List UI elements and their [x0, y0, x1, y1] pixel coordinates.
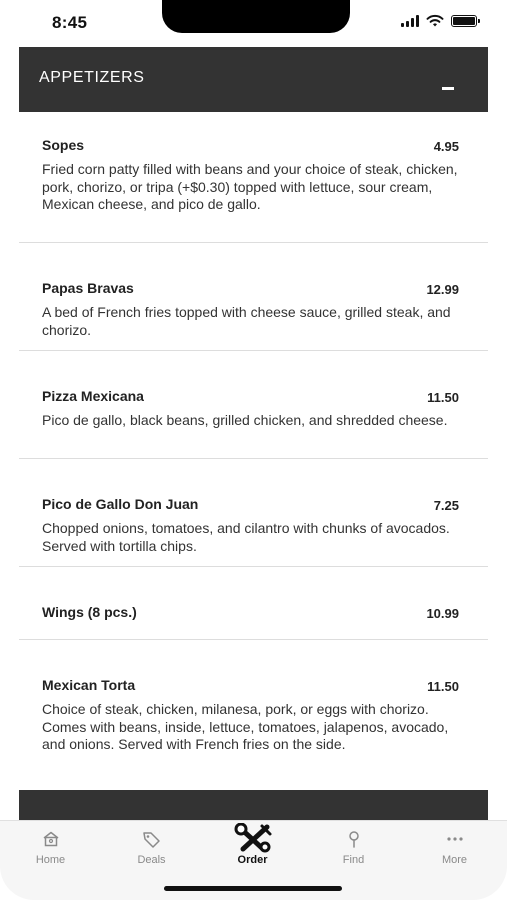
tab-deals[interactable]: Deals [101, 821, 202, 881]
app-screen: 8:45 APPETIZERS Sopes 4.95 Fried corn pa… [0, 0, 507, 900]
item-description: Chopped onions, tomatoes, and cilantro w… [42, 520, 450, 554]
menu-item[interactable]: Papas Bravas 12.99 A bed of French fries… [19, 243, 488, 351]
item-name: Wings (8 pcs.) [42, 604, 137, 620]
item-name: Pico de Gallo Don Juan [42, 496, 199, 512]
status-time: 8:45 [52, 13, 88, 32]
item-name: Sopes [42, 137, 85, 153]
item-price: 11.50 [427, 679, 459, 694]
item-name: Papas Bravas [42, 280, 134, 296]
section-title: APPETIZERS [39, 69, 145, 86]
tab-label: Deals [137, 854, 166, 866]
item-name: Mexican Torta [42, 677, 136, 693]
tab-find[interactable]: Find [303, 821, 404, 881]
tag-icon [142, 832, 160, 848]
menu-item[interactable]: Sopes 4.95 Fried corn patty filled with … [19, 112, 488, 243]
location-pin-icon [348, 831, 359, 848]
status-icons [401, 14, 480, 28]
item-description: A bed of French fries topped with cheese… [42, 304, 451, 338]
tab-more[interactable]: More [404, 821, 505, 881]
menu-item[interactable]: Wings (8 pcs.) 10.99 [19, 567, 488, 640]
tab-label: More [441, 854, 468, 866]
home-indicator [164, 886, 342, 891]
item-price: 4.95 [433, 139, 459, 154]
home-icon [43, 831, 58, 847]
tab-home[interactable]: Home [0, 821, 101, 881]
menu-item[interactable]: Pico de Gallo Don Juan 7.25 Chopped onio… [19, 459, 488, 567]
item-price: 11.50 [427, 390, 459, 405]
utensils-icon [234, 823, 271, 853]
status-bar: 8:45 [0, 0, 507, 46]
item-description: Choice of steak, chicken, milanesa, pork… [42, 701, 449, 752]
item-description: Pico de gallo, black beans, grilled chic… [42, 412, 448, 428]
tab-order[interactable]: Order [202, 821, 303, 881]
item-name: Pizza Mexicana [42, 388, 144, 404]
item-price: 12.99 [426, 282, 459, 297]
item-price: 10.99 [426, 606, 459, 621]
device-notch [162, 0, 350, 33]
tab-label: Home [35, 854, 66, 866]
section-header-appetizers[interactable]: APPETIZERS [19, 47, 488, 112]
cellular-signal-icon [401, 15, 419, 27]
item-description: Fried corn patty filled with beans and y… [42, 161, 458, 212]
battery-icon [451, 15, 480, 27]
minus-icon[interactable] [442, 87, 454, 90]
tab-label: Order [237, 854, 268, 866]
more-dots-icon [446, 837, 463, 841]
tab-label: Find [342, 854, 365, 866]
wifi-icon [426, 14, 444, 27]
menu-item[interactable]: Pizza Mexicana 11.50 Pico de gallo, blac… [19, 351, 488, 459]
menu-item[interactable]: Mexican Torta 11.50 Choice of steak, chi… [19, 640, 488, 790]
item-price: 7.25 [433, 498, 459, 513]
